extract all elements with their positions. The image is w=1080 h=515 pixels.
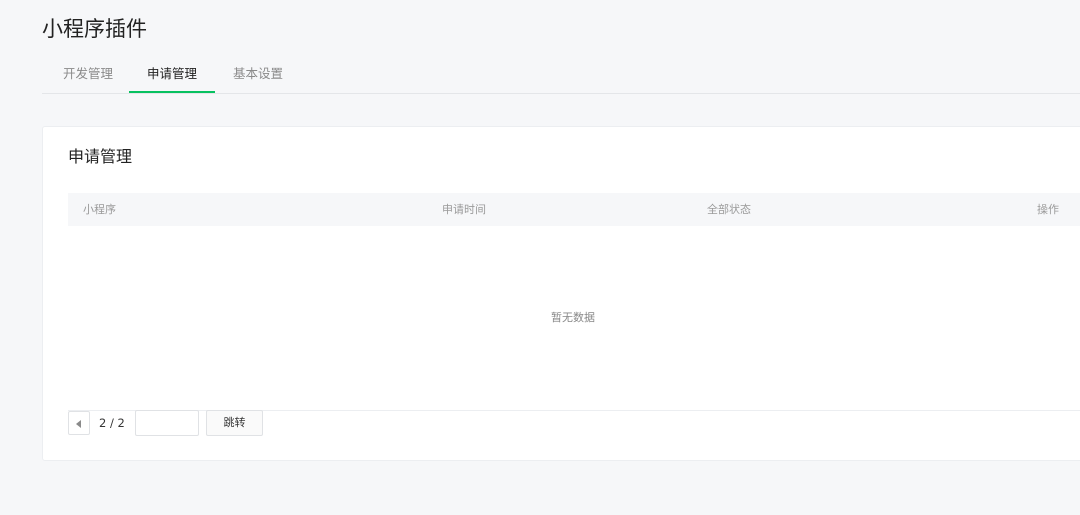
page-title: 小程序插件 [42,17,147,41]
table-empty-state: 暂无数据 [68,226,1080,411]
card-title: 申请管理 [68,147,133,166]
empty-text: 暂无数据 [551,311,595,324]
tab-application-management[interactable]: 申请管理 [129,62,215,93]
column-header-status-filter[interactable]: 全部状态 [707,193,751,226]
page-header: 小程序插件 开发管理 申请管理 基本设置 [0,0,1080,94]
tab-bar: 开发管理 申请管理 基本设置 [42,62,1080,94]
jump-button[interactable]: 跳转 [206,410,263,436]
column-header-actions: 操作 [1037,203,1059,216]
page-indicator: 2 / 2 [99,416,125,430]
page-jump-input[interactable] [135,410,199,436]
prev-page-button[interactable] [68,411,90,435]
tab-basic-settings[interactable]: 基本设置 [230,62,286,91]
application-management-card: 申请管理 小程序 申请时间 全部状态 操作 暂无数据 2 / 2 跳转 [42,126,1080,461]
column-header-mini-program: 小程序 [83,203,116,216]
triangle-left-icon [76,420,81,428]
column-header-apply-time: 申请时间 [442,203,486,216]
table-header: 小程序 申请时间 全部状态 操作 [68,193,1080,226]
tab-development-management[interactable]: 开发管理 [60,62,116,91]
